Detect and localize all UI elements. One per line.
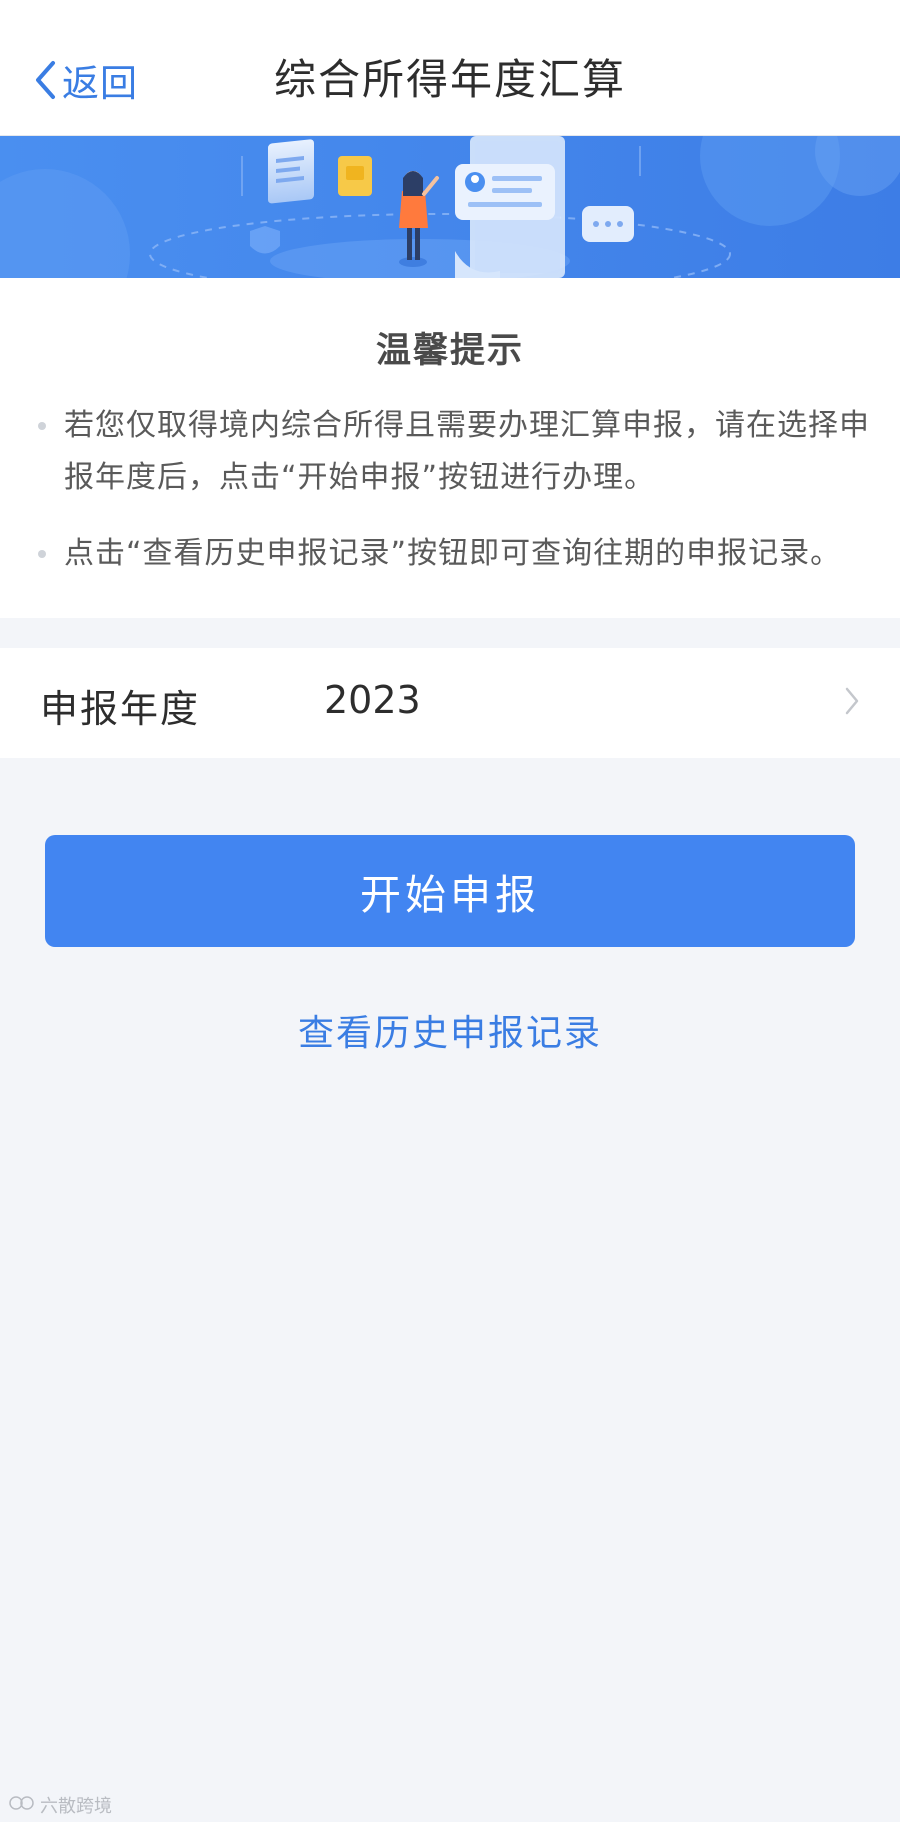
tip-item: 点击“查看历史申报记录”按钮即可查询往期的申报记录。	[34, 528, 874, 580]
start-declaration-button[interactable]: 开始申报	[45, 835, 855, 947]
bullet-dot	[38, 422, 46, 430]
year-label: 申报年度	[40, 687, 201, 731]
history-records-link[interactable]: 查看历史申报记录	[0, 1004, 900, 1056]
chevron-right-icon	[844, 686, 860, 720]
tip-text: 点击“查看历史申报记录”按钮即可查询往期的申报记录。	[64, 536, 842, 571]
bullet-dot	[38, 550, 46, 558]
navigation-bar: 返回 综合所得年度汇算	[0, 0, 900, 136]
document-icon	[268, 139, 314, 204]
message-icon	[582, 206, 634, 242]
watermark: 六散跨境	[8, 1792, 112, 1818]
page-title: 综合所得年度汇算	[273, 55, 626, 104]
logo-icon	[8, 1794, 36, 1817]
tip-text: 若您仅取得境内综合所得且需要办理汇算申报，请在选择申报年度后，点击“开始申报”按…	[64, 408, 870, 495]
banner-illustration	[0, 136, 900, 278]
tip-item: 若您仅取得境内综合所得且需要办理汇算申报，请在选择申报年度后，点击“开始申报”按…	[34, 400, 874, 504]
year-selector[interactable]: 申报年度 2023	[0, 648, 900, 758]
year-value: 2023	[324, 678, 421, 722]
watermark-text: 六散跨境	[40, 1796, 112, 1817]
chat-bubble-illustration	[455, 164, 555, 220]
tips-title: 温馨提示	[375, 331, 524, 371]
tips-card: 温馨提示 若您仅取得境内综合所得且需要办理汇算申报，请在选择申报年度后，点击“开…	[0, 278, 900, 618]
